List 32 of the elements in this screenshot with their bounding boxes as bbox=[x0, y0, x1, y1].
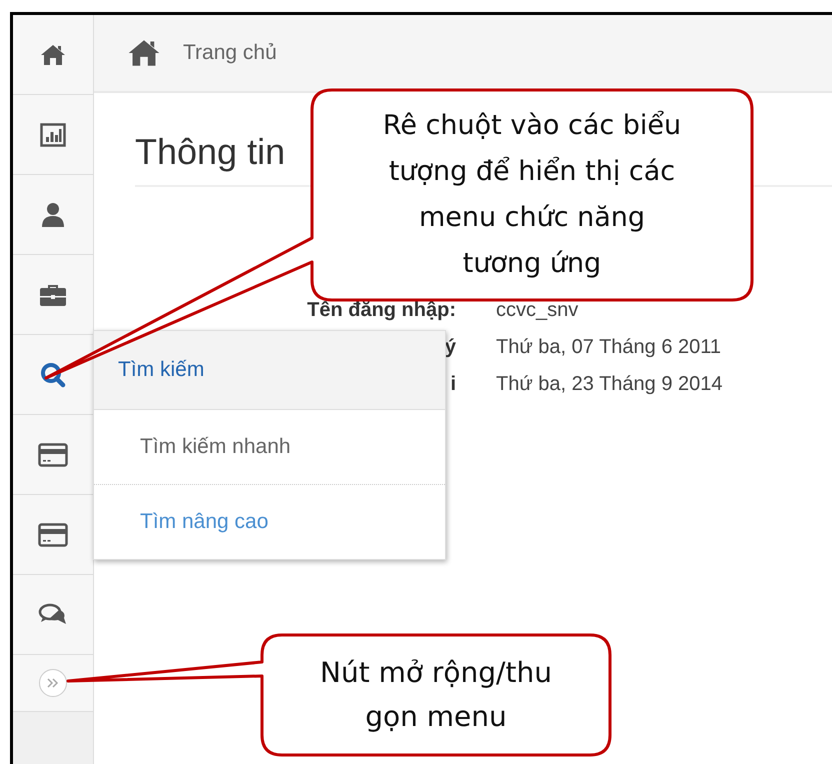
field-label: Tên đăng nhập: bbox=[307, 299, 456, 322]
field-value: Thứ ba, 23 Tháng 9 2014 bbox=[496, 373, 723, 396]
callout-text: Nút mở rộng/thu gọn menu bbox=[320, 655, 552, 735]
field-label: i bbox=[450, 373, 456, 396]
sidebar-item[interactable] bbox=[13, 575, 93, 655]
credit-card-icon bbox=[38, 442, 68, 466]
menu-item[interactable]: Tìm nâng cao bbox=[140, 510, 268, 534]
user-icon bbox=[41, 202, 65, 228]
breadcrumb-link[interactable]: Trang chủ bbox=[183, 41, 277, 65]
bar-chart-icon bbox=[40, 122, 66, 146]
page-title: Thông tin bbox=[135, 131, 286, 173]
sidebar-item[interactable] bbox=[13, 495, 93, 575]
search-icon bbox=[40, 362, 66, 388]
field-value: ccvc_snv bbox=[496, 299, 580, 322]
sidebar-item[interactable] bbox=[13, 255, 93, 335]
sidebar-item[interactable] bbox=[13, 335, 93, 415]
field-label: ý bbox=[444, 336, 456, 359]
sidebar-item[interactable] bbox=[13, 95, 93, 175]
sidebar-item[interactable] bbox=[13, 175, 93, 255]
menu-item[interactable]: Tìm kiếm nhanh bbox=[140, 435, 291, 459]
sidebar-item[interactable] bbox=[13, 15, 93, 95]
home-icon bbox=[40, 44, 66, 66]
briefcase-icon bbox=[39, 282, 67, 306]
field-value: Thứ ba, 07 Tháng 6 2011 bbox=[496, 336, 722, 359]
credit-card-icon bbox=[38, 522, 68, 546]
chat-icon bbox=[38, 602, 68, 626]
menu-heading: Tìm kiếm bbox=[94, 331, 445, 410]
expand-toggle-button[interactable] bbox=[39, 669, 67, 697]
home-icon bbox=[127, 39, 161, 67]
double-chevron-icon bbox=[47, 678, 59, 688]
sidebar-item[interactable] bbox=[13, 415, 93, 495]
callout-text: Rê chuột vào các biểu tượng để hiển thị các menu chức năng tương ứng bbox=[382, 109, 682, 281]
